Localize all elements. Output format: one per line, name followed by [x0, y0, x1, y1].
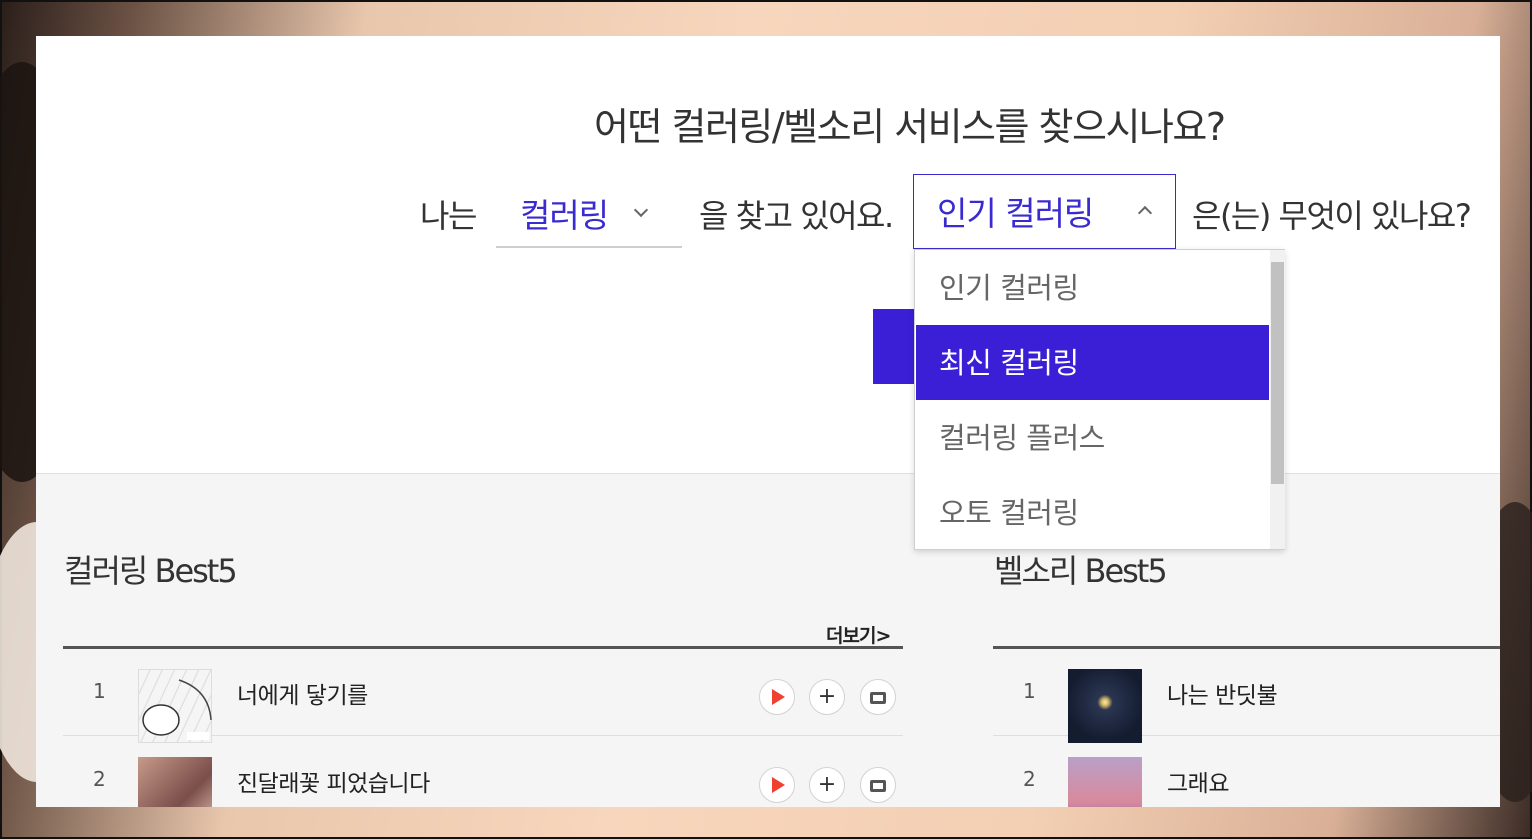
plus-icon: +: [817, 684, 837, 709]
album-art: [142, 679, 212, 740]
song-title: 너에게 닿기를: [237, 683, 368, 709]
list-item[interactable]: 2 그래요: [993, 737, 1500, 807]
dropdown-scrollbar[interactable]: [1270, 250, 1285, 549]
play-button[interactable]: [759, 679, 795, 715]
gift-button[interactable]: [860, 767, 896, 803]
dropdown-option-plus[interactable]: 컬러링 플러스: [916, 400, 1269, 475]
song-title: 진달래꽃 피었습니다: [237, 771, 430, 797]
play-icon: [772, 689, 785, 705]
album-thumbnail: [138, 757, 212, 807]
album-thumbnail: [1068, 669, 1142, 743]
content-panel: 어떤 컬러링/벨소리 서비스를 찾으시나요? 나는 컬러링 을 찾고 있어요. …: [36, 36, 1500, 807]
dropdown-option-popular[interactable]: 인기 컬러링: [916, 250, 1269, 325]
add-button[interactable]: +: [809, 767, 845, 803]
chevron-up-icon: [1137, 205, 1153, 221]
rank-number: 2: [93, 767, 106, 791]
gift-icon: [870, 692, 886, 704]
list-item[interactable]: 1 너에게 닿기를 +: [63, 649, 903, 743]
dropdown-option-auto[interactable]: 오토 컬러링: [916, 475, 1269, 550]
album-thumbnail: [1068, 757, 1142, 807]
dropdown-option-latest[interactable]: 최신 컬러링: [916, 325, 1269, 400]
play-button[interactable]: [759, 767, 795, 803]
sentence-prefix: 나는: [420, 197, 477, 235]
service-select-value: 컬러링: [520, 196, 609, 235]
category-select[interactable]: 인기 컬러링: [913, 174, 1176, 249]
rank-number: 1: [93, 679, 106, 703]
coloring-best-title: 컬러링 Best5: [64, 552, 238, 590]
scrollbar-thumb[interactable]: [1271, 262, 1284, 484]
service-select[interactable]: 컬러링: [496, 186, 682, 248]
rank-number: 2: [1023, 767, 1036, 791]
chevron-down-icon: [633, 202, 649, 218]
song-title: 나는 반딧불: [1167, 683, 1278, 709]
gift-icon: [870, 780, 886, 792]
gift-button[interactable]: [860, 679, 896, 715]
category-dropdown: 인기 컬러링 최신 컬러링 컬러링 플러스 오토 컬러링: [914, 249, 1285, 550]
list-item[interactable]: 2 진달래꽃 피었습니다 +: [63, 737, 903, 807]
song-title: 그래요: [1167, 771, 1229, 797]
sentence-suffix: 은(는) 무엇이 있나요?: [1192, 197, 1472, 235]
play-icon: [772, 777, 785, 793]
sentence-middle: 을 찾고 있어요.: [699, 197, 894, 235]
bell-best-title: 벨소리 Best5: [994, 552, 1168, 590]
page-title: 어떤 컬러링/벨소리 서비스를 찾으시나요?: [594, 105, 1226, 149]
list-item[interactable]: 1 나는 반딧불: [993, 649, 1500, 743]
album-thumbnail: [138, 669, 212, 743]
add-button[interactable]: +: [809, 679, 845, 715]
more-link[interactable]: 더보기>: [826, 621, 891, 648]
plus-icon: +: [817, 772, 837, 797]
category-select-value: 인기 컬러링: [937, 194, 1094, 233]
rank-number: 1: [1023, 679, 1036, 703]
